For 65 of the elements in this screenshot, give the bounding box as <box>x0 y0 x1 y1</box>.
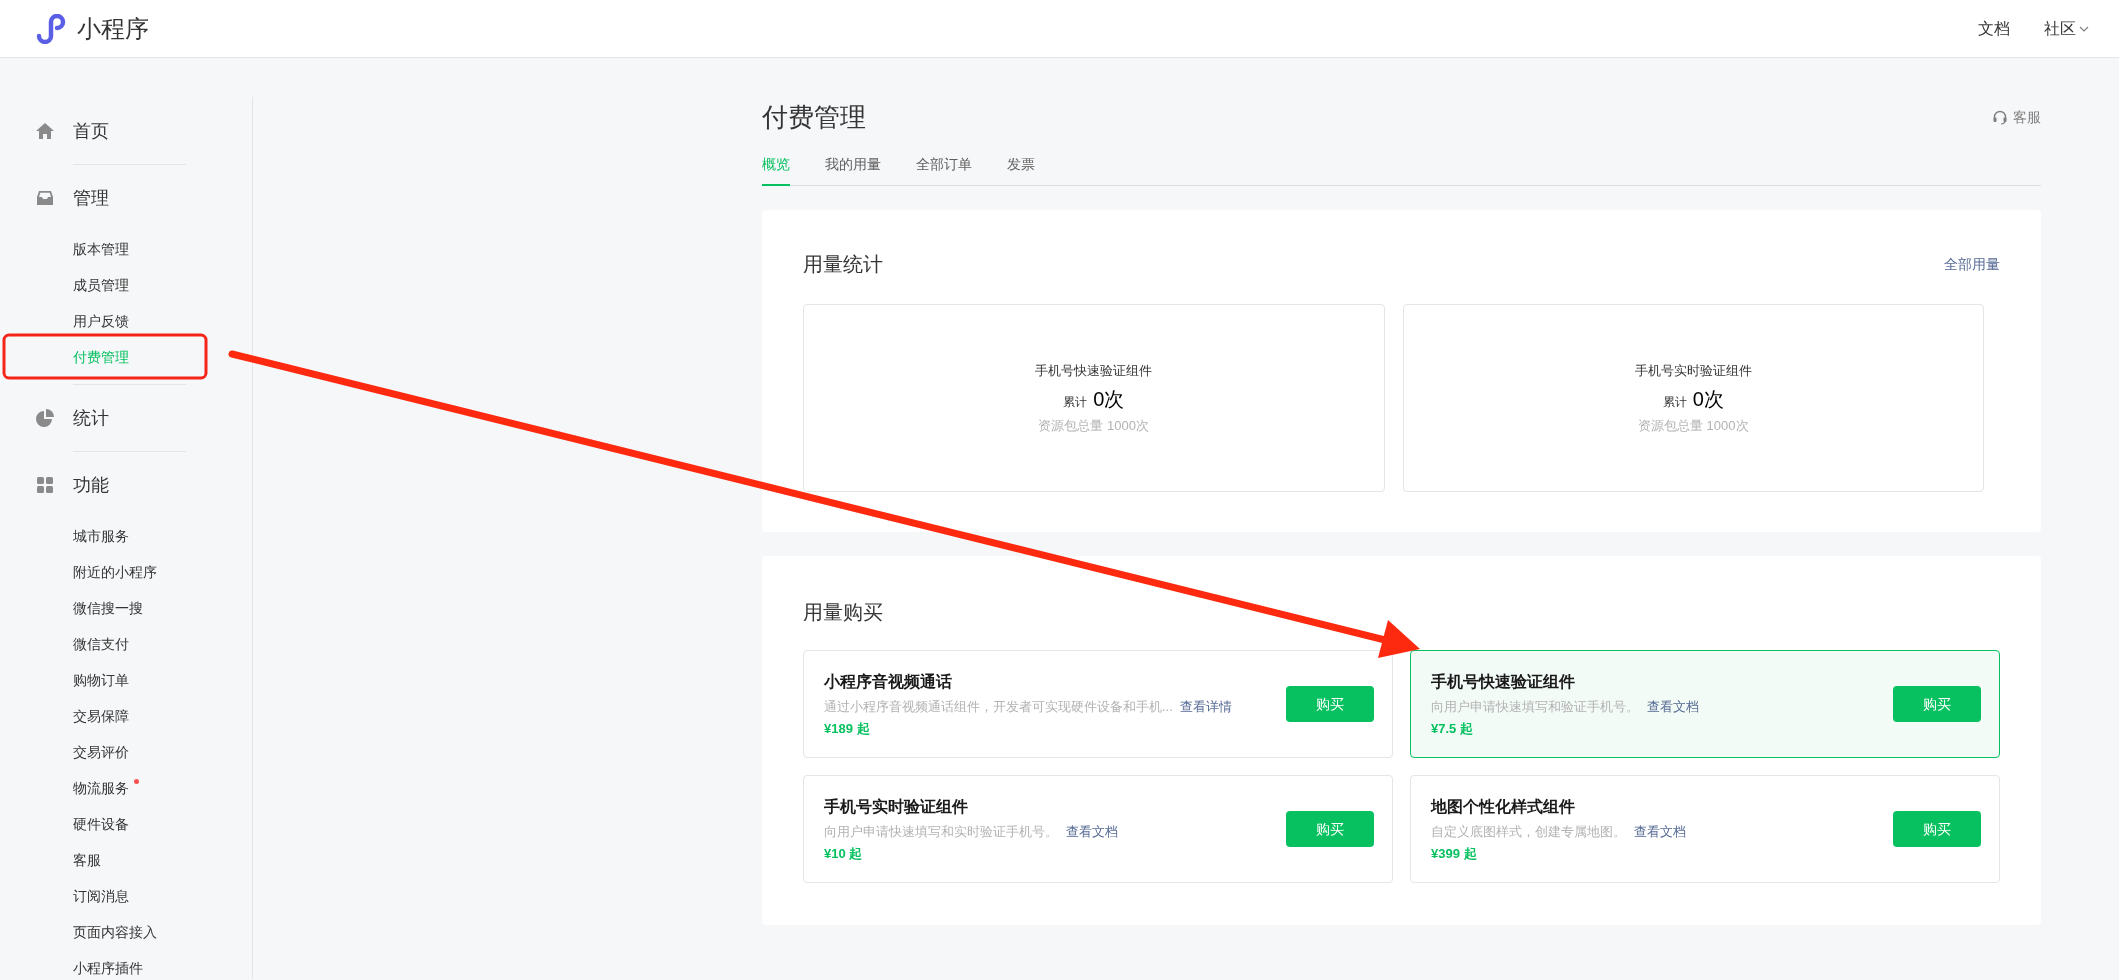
sidebar-item[interactable]: 购物订单 <box>73 669 129 691</box>
sidebar-item[interactable]: 用户反馈 <box>73 310 129 332</box>
product-price: ¥399 起 <box>1431 844 1478 863</box>
product-card[interactable]: 地图个性化样式组件 自定义底图样式，创建专属地图。 查看文档 ¥399 起 购买 <box>1410 775 2000 883</box>
inbox-icon <box>35 188 55 208</box>
section-title: 用量购买 <box>803 600 883 625</box>
sidebar-group[interactable]: 管理 <box>0 174 252 222</box>
grid-icon <box>35 475 55 495</box>
sidebar-item[interactable]: 订阅消息 <box>73 885 129 907</box>
sidebar-item[interactable]: 小程序插件 <box>73 957 143 979</box>
sidebar-item[interactable]: 微信支付 <box>73 633 129 655</box>
product-title: 手机号快速验证组件 <box>1431 672 1576 692</box>
product-title: 地图个性化样式组件 <box>1431 797 1576 817</box>
section-title: 用量统计 <box>803 252 883 277</box>
sidebar-item[interactable]: 页面内容接入 <box>73 921 157 943</box>
tab[interactable]: 我的用量 <box>825 154 881 186</box>
product-price: ¥10 起 <box>824 844 864 863</box>
product-price: ¥7.5 起 <box>1431 719 1474 738</box>
product-price: ¥189 起 <box>824 719 871 738</box>
product-card[interactable]: 手机号快速验证组件 向用户申请快速填写和验证手机号。 查看文档 ¥7.5 起 购买 <box>1410 650 2000 758</box>
page-title: 付费管理 <box>762 101 866 134</box>
stat-total: 资源包总量 1000次 <box>1038 417 1149 435</box>
sidebar-item[interactable]: 物流服务 <box>73 777 129 799</box>
stat-total: 资源包总量 1000次 <box>1637 417 1749 435</box>
nav-link[interactable]: 文档 <box>1978 16 2010 41</box>
product-description: 自定义底图样式，创建专属地图。 查看文档 <box>1431 823 1686 841</box>
sidebar-item[interactable]: 交易评价 <box>73 741 129 763</box>
sidebar-item[interactable]: 成员管理 <box>73 274 129 296</box>
tab[interactable]: 全部订单 <box>916 154 972 186</box>
stat-name: 手机号实时验证组件 <box>1634 361 1752 380</box>
docs-link[interactable]: 查看文档 <box>1065 824 1118 839</box>
product-card[interactable]: 手机号实时验证组件 向用户申请快速填写和实时验证手机号。 查看文档 ¥10 起 购买 <box>803 775 1393 883</box>
product-title: 小程序音视频通话 <box>824 672 953 692</box>
app-title: 小程序 <box>77 13 149 44</box>
sidebar-item[interactable]: 客服 <box>73 849 101 871</box>
customer-service-link[interactable]: 客服 <box>1992 106 2041 128</box>
product-card[interactable]: 小程序音视频通话 通过小程序音视频通话组件，开发者可实现硬件设备和手机... 查看详情 ¥189 起 购买 <box>803 650 1393 758</box>
nav-link[interactable]: 社区 <box>2044 16 2089 41</box>
sidebar-item[interactable]: 微信搜一搜 <box>73 597 143 619</box>
stat-count: 0次 <box>1093 387 1125 412</box>
sidebar-item[interactable]: 附近的小程序 <box>73 561 157 583</box>
docs-link[interactable]: 查看文档 <box>1646 699 1699 714</box>
sidebar-item[interactable]: 硬件设备 <box>73 813 129 835</box>
sidebar-item[interactable]: 交易保障 <box>73 705 129 727</box>
docs-link[interactable]: 查看文档 <box>1633 824 1686 839</box>
home-icon <box>35 121 55 141</box>
sidebar-item[interactable]: 城市服务 <box>73 525 129 547</box>
sidebar-item[interactable]: 版本管理 <box>73 238 129 260</box>
all-usage-link[interactable]: 全部用量 <box>1944 253 2000 275</box>
logo-icon <box>35 13 67 44</box>
sidebar-group[interactable]: 首页 <box>0 107 252 155</box>
stat-count: 0次 <box>1692 387 1724 412</box>
stat-label: 累计 <box>1662 394 1687 411</box>
stat-name: 手机号快速验证组件 <box>1035 361 1153 380</box>
tab[interactable]: 发票 <box>1007 154 1035 186</box>
product-description: 向用户申请快速填写和实时验证手机号。 查看文档 <box>824 823 1118 841</box>
sidebar-group[interactable]: 统计 <box>0 394 252 442</box>
docs-link[interactable]: 查看详情 <box>1180 699 1233 714</box>
stat-label: 累计 <box>1063 394 1088 411</box>
product-title: 手机号实时验证组件 <box>824 797 969 817</box>
product-description: 通过小程序音视频通话组件，开发者可实现硬件设备和手机... 查看详情 <box>824 698 1233 716</box>
headset-icon <box>1992 109 2008 125</box>
product-description: 向用户申请快速填写和验证手机号。 查看文档 <box>1431 698 1699 716</box>
sidebar-group[interactable]: 功能 <box>0 461 252 509</box>
pie-chart-icon <box>35 408 55 428</box>
